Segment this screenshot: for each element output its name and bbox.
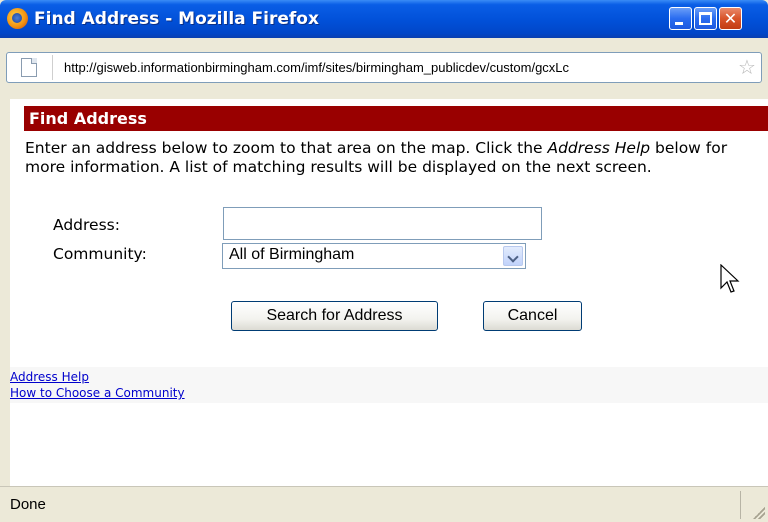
community-select[interactable]: All of Birmingham: [222, 243, 526, 269]
instructions-text: Enter an address below to zoom to that a…: [25, 139, 765, 177]
community-label: Community:: [53, 245, 147, 263]
panel-header: Find Address: [24, 106, 768, 131]
minimize-button[interactable]: [669, 7, 692, 30]
search-for-address-button[interactable]: Search for Address: [231, 301, 438, 331]
instructions-part-1: Enter an address below to zoom to that a…: [25, 139, 548, 157]
page-content: Find Address Enter an address below to z…: [10, 99, 768, 486]
window-title: Find Address - Mozilla Firefox: [34, 9, 319, 29]
mouse-cursor-icon: [720, 264, 740, 293]
address-label: Address:: [53, 216, 120, 234]
resize-grip-icon[interactable]: [753, 507, 765, 519]
cancel-button[interactable]: Cancel: [483, 301, 582, 331]
browser-window: Find Address - Mozilla Firefox ✕ http://…: [0, 0, 768, 522]
firefox-icon: [7, 8, 28, 29]
url-bar: http://gisweb.informationbirmingham.com/…: [0, 38, 768, 100]
title-bar[interactable]: Find Address - Mozilla Firefox ✕: [0, 0, 768, 38]
close-icon: ✕: [723, 9, 738, 28]
close-button[interactable]: ✕: [719, 7, 742, 30]
choose-community-link[interactable]: How to Choose a Community: [10, 386, 185, 400]
community-selected-value: All of Birmingham: [229, 246, 355, 263]
url-separator: [52, 55, 53, 80]
maximize-button[interactable]: [694, 7, 717, 30]
chevron-down-icon[interactable]: [503, 246, 523, 266]
page-icon: [21, 58, 37, 77]
address-help-link[interactable]: Address Help: [10, 370, 89, 384]
address-bar[interactable]: http://gisweb.informationbirmingham.com/…: [6, 52, 762, 83]
url-text[interactable]: http://gisweb.informationbirmingham.com/…: [64, 60, 729, 75]
status-bar: Done: [0, 486, 768, 522]
help-links: Address Help How to Choose a Community: [10, 367, 768, 403]
address-input[interactable]: [223, 207, 542, 240]
status-divider: [740, 491, 741, 519]
instructions-emphasis: Address Help: [547, 139, 651, 157]
status-text: Done: [10, 496, 46, 513]
bookmark-star-icon[interactable]: ☆: [738, 55, 756, 79]
